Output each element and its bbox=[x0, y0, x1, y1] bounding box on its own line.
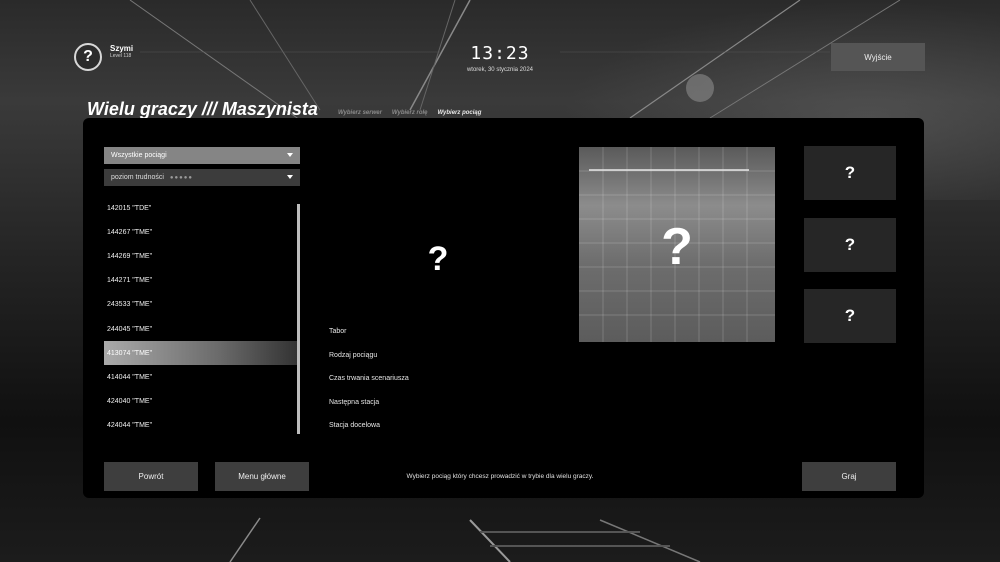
help-button[interactable]: ? bbox=[74, 43, 102, 71]
step-select-server[interactable]: Wybierz serwer bbox=[338, 110, 382, 116]
difficulty-dots: ●●●●● bbox=[169, 174, 194, 181]
breadcrumb: Wybierz serwer Wybierz rolę Wybierz poci… bbox=[338, 110, 481, 116]
train-list-item[interactable]: 424040 "TME" bbox=[104, 390, 297, 414]
clock-date: wtorek, 30 stycznia 2024 bbox=[466, 67, 534, 73]
train-filter-dropdown[interactable]: Wszystkie pociągi bbox=[104, 147, 300, 164]
train-list-item[interactable]: 424044 "TME" bbox=[104, 414, 297, 438]
train-list-item[interactable]: 243533 "TME" bbox=[104, 293, 297, 317]
chevron-down-icon bbox=[287, 153, 293, 157]
thumbnail-2[interactable]: ? bbox=[804, 218, 896, 272]
preview-placeholder: ? bbox=[661, 218, 693, 276]
difficulty-label: poziom trudności bbox=[111, 174, 164, 181]
train-list: 142015 "TDE" 144267 "TME" 144269 "TME" 1442… bbox=[104, 196, 297, 434]
info-label-next-station: Następna stacja bbox=[329, 398, 380, 406]
info-label-destination: Stacja docelowa bbox=[329, 422, 380, 429]
info-label-train-type: Rodzaj pociągu bbox=[329, 351, 378, 359]
main-menu-button[interactable]: Menu główne bbox=[215, 462, 309, 491]
train-list-item[interactable]: 144271 "TME" bbox=[104, 269, 297, 293]
user-name: Szymi bbox=[110, 44, 134, 53]
thumbnail-3[interactable]: ? bbox=[804, 289, 896, 343]
train-preview-image: ? bbox=[579, 147, 775, 342]
train-list-scrollbar[interactable] bbox=[297, 204, 300, 434]
user-level: Level 118 bbox=[110, 53, 132, 59]
back-button[interactable]: Powrót bbox=[104, 462, 198, 491]
train-filter-value: Wszystkie pociągi bbox=[111, 152, 167, 159]
play-button[interactable]: Graj bbox=[802, 462, 896, 491]
page-title: Wielu graczy /// Maszynista bbox=[87, 99, 318, 119]
rails-decoration bbox=[229, 517, 701, 562]
thumbnail-1[interactable]: ? bbox=[804, 146, 896, 200]
chevron-down-icon bbox=[287, 175, 293, 179]
info-label-rolling-stock: Tabor bbox=[329, 328, 347, 335]
train-list-item[interactable]: 144269 "TME" bbox=[104, 244, 297, 268]
info-label-scenario-duration: Czas trwania scenariusza bbox=[329, 375, 409, 382]
train-list-item[interactable]: 142015 "TDE" bbox=[104, 196, 297, 220]
train-list-item[interactable]: 244045 "TME" bbox=[104, 317, 297, 341]
exit-button[interactable]: Wyjście bbox=[831, 43, 925, 71]
train-info-labels: Tabor Rodzaj pociągu Czas trwania scenar… bbox=[329, 328, 409, 446]
footer-hint: Wybierz pociąg który chcesz prowadzić w … bbox=[406, 473, 594, 480]
step-select-train[interactable]: Wybierz pociąg bbox=[438, 110, 482, 116]
train-list-item[interactable]: 413074 "TME" bbox=[104, 341, 297, 366]
step-select-role[interactable]: Wybierz rolę bbox=[392, 110, 428, 116]
train-detail-placeholder: ? bbox=[427, 240, 449, 278]
train-list-item[interactable]: 144267 "TME" bbox=[104, 220, 297, 244]
clock-time: 13:23 bbox=[470, 43, 530, 64]
difficulty-dropdown[interactable]: poziom trudności ●●●●● bbox=[104, 169, 300, 186]
train-list-item[interactable]: 414044 "TME" bbox=[104, 365, 297, 389]
